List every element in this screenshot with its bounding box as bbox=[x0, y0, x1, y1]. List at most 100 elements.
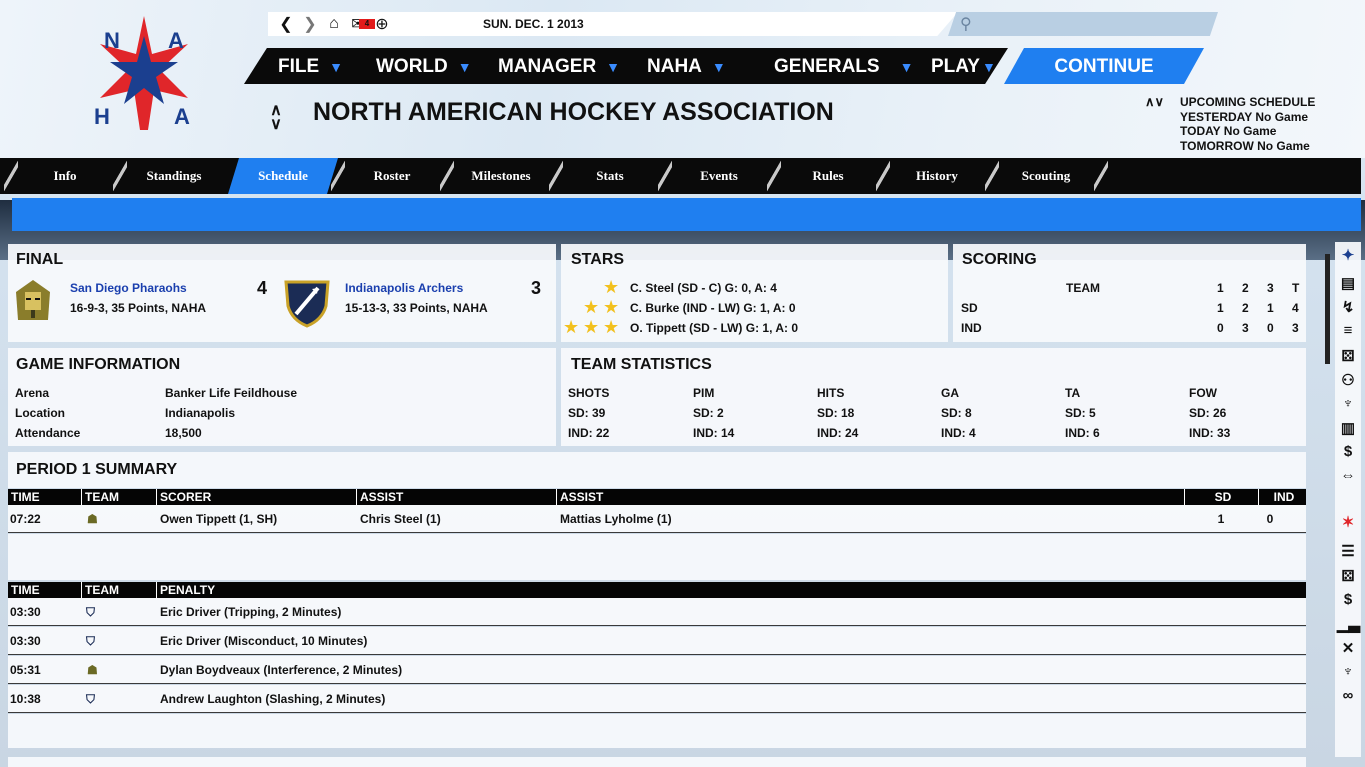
col-assist-1[interactable]: ASSIST bbox=[356, 489, 403, 505]
home-team-name[interactable]: San Diego Pharaohs bbox=[70, 281, 187, 295]
third-star[interactable]: O. Tippett (SD - LW) G: 1, A: 0 bbox=[630, 321, 798, 335]
archers-logo-icon: ⛉ bbox=[86, 605, 96, 619]
dice-icon[interactable]: ⚄ bbox=[1337, 567, 1359, 585]
chevron-left-icon[interactable]: ❮ bbox=[278, 14, 294, 34]
goal-scorer[interactable]: Owen Tippett (1, SH) bbox=[160, 512, 277, 526]
upcoming-schedule: UPCOMING SCHEDULE YESTERDAY No Game TODA… bbox=[1180, 95, 1315, 153]
menu-label: FILE bbox=[278, 56, 320, 77]
logo-letter-a: A bbox=[168, 28, 184, 53]
stat-ind-ga: IND: 4 bbox=[941, 426, 976, 440]
penalty-text[interactable]: Andrew Laughton (Slashing, 2 Minutes) bbox=[160, 692, 385, 706]
search-input[interactable] bbox=[948, 12, 1218, 36]
binoculars-icon[interactable]: ∞ bbox=[1337, 687, 1359, 704]
penalty-text[interactable]: Dylan Boydveaux (Interference, 2 Minutes… bbox=[160, 663, 402, 677]
tab-roster[interactable]: Roster bbox=[337, 158, 447, 194]
col-ind[interactable]: IND bbox=[1258, 489, 1306, 505]
continue-button[interactable]: CONTINUE bbox=[1004, 48, 1204, 84]
scoring-cell: 3 bbox=[1292, 321, 1299, 335]
goal-assist-2[interactable]: Mattias Lyholme (1) bbox=[560, 512, 672, 526]
penalty-text[interactable]: Eric Driver (Misconduct, 10 Minutes) bbox=[160, 634, 367, 648]
col-penalty[interactable]: PENALTY bbox=[156, 582, 215, 598]
col-team[interactable]: TEAM bbox=[81, 489, 119, 505]
archers-logo-icon[interactable] bbox=[282, 276, 332, 328]
tab-schedule[interactable]: Schedule bbox=[228, 158, 338, 194]
next-period-panel bbox=[8, 757, 1306, 767]
penalty-empty-area bbox=[8, 714, 1306, 748]
away-team-name[interactable]: Indianapolis Archers bbox=[345, 281, 463, 295]
first-star[interactable]: C. Steel (SD - C) G: 0, A: 4 bbox=[630, 281, 777, 295]
menu-world[interactable]: WORLD ▼ bbox=[376, 48, 472, 84]
game-info-heading: GAME INFORMATION bbox=[16, 356, 181, 373]
bar-chart-icon[interactable]: ▁▃ bbox=[1337, 615, 1360, 633]
league-logo-icon[interactable]: ✶ bbox=[1337, 513, 1359, 531]
penalty-row[interactable]: 03:30 ⛉ Eric Driver (Misconduct, 10 Minu… bbox=[8, 627, 1306, 655]
trophy-icon[interactable]: ♆ bbox=[1337, 395, 1359, 412]
penalty-row[interactable]: 05:31 ☗ Dylan Boydveaux (Interference, 2… bbox=[8, 656, 1306, 684]
menu-file[interactable]: FILE ▼ bbox=[278, 48, 343, 84]
chevron-down-icon: ▼ bbox=[606, 59, 621, 75]
league-logo[interactable]: N A H A bbox=[88, 14, 200, 132]
chevron-down-icon: ▼ bbox=[899, 59, 914, 75]
stars-heading: STARS bbox=[571, 251, 625, 268]
menu-play[interactable]: PLAY ▼ bbox=[931, 48, 996, 84]
tab-history[interactable]: History bbox=[882, 158, 992, 194]
goal-assist-1[interactable]: Chris Steel (1) bbox=[360, 512, 441, 526]
location-value: Indianapolis bbox=[165, 406, 236, 420]
document-icon[interactable]: ▥ bbox=[1337, 419, 1359, 437]
dollar-icon[interactable]: $ bbox=[1337, 591, 1359, 608]
list-icon[interactable]: ☰ bbox=[1337, 542, 1359, 560]
pharaohs-logo-icon: ☗ bbox=[87, 663, 98, 677]
scoring-col-total: T bbox=[1292, 281, 1300, 295]
col-time[interactable]: TIME bbox=[8, 582, 40, 598]
tactics-icon[interactable]: ↯ bbox=[1337, 298, 1359, 316]
list-icon[interactable]: ≡ bbox=[1337, 322, 1359, 339]
chevron-down-icon: ▼ bbox=[457, 59, 472, 75]
col-sd[interactable]: SD bbox=[1184, 489, 1258, 505]
tab-milestones[interactable]: Milestones bbox=[446, 158, 556, 194]
pharaohs-logo-icon[interactable] bbox=[12, 278, 54, 324]
stat-sd-pim: SD: 2 bbox=[693, 406, 724, 420]
col-assist-2[interactable]: ASSIST bbox=[556, 489, 603, 505]
league-switch-arrows[interactable]: ∧ ∨ bbox=[268, 103, 284, 133]
staff-icon[interactable]: ⚇ bbox=[1337, 371, 1359, 389]
trade-icon[interactable]: ⇔ bbox=[1337, 467, 1359, 484]
second-star[interactable]: C. Burke (IND - LW) G: 1, A: 0 bbox=[630, 301, 796, 315]
trophy-icon[interactable]: ♆ bbox=[1337, 663, 1359, 680]
tab-info[interactable]: Info bbox=[10, 158, 120, 194]
location-label: Location bbox=[15, 406, 65, 420]
tab-rules[interactable]: Rules bbox=[773, 158, 883, 194]
mail-icon[interactable]: ✉ 4 bbox=[350, 14, 375, 34]
col-scorer[interactable]: SCORER bbox=[156, 489, 211, 505]
col-time[interactable]: TIME bbox=[8, 489, 40, 505]
menu-manager[interactable]: MANAGER ▼ bbox=[498, 48, 620, 84]
goal-row[interactable]: 07:22 ☗ Owen Tippett (1, SH) Chris Steel… bbox=[8, 505, 1306, 533]
sticks-icon[interactable]: ✕ bbox=[1337, 639, 1359, 657]
tab-standings[interactable]: Standings bbox=[119, 158, 229, 194]
search-icon[interactable]: ⚲ bbox=[960, 14, 980, 34]
tab-scouting[interactable]: Scouting bbox=[991, 158, 1101, 194]
penalty-text[interactable]: Eric Driver (Tripping, 2 Minutes) bbox=[160, 605, 341, 619]
menu-label: WORLD bbox=[376, 56, 448, 77]
globe-icon[interactable]: ⊕ bbox=[374, 14, 390, 34]
scoring-cell: 0 bbox=[1267, 321, 1274, 335]
stat-sd-ta: SD: 5 bbox=[1065, 406, 1096, 420]
mail-count-badge: 4 bbox=[359, 19, 375, 29]
schedule-scroll-arrows[interactable]: ∧∨ bbox=[1145, 94, 1164, 110]
tab-stats[interactable]: Stats bbox=[555, 158, 665, 194]
scrollbar-thumb[interactable] bbox=[1325, 254, 1330, 364]
finance-icon[interactable]: $ bbox=[1337, 443, 1359, 460]
menu-naha[interactable]: NAHA ▼ bbox=[647, 48, 726, 84]
home-icon[interactable]: ⌂ bbox=[326, 15, 342, 33]
clipboard-icon[interactable]: ▤ bbox=[1337, 274, 1359, 292]
col-team[interactable]: TEAM bbox=[81, 582, 119, 598]
menu-generals[interactable]: GENERALS ▼ bbox=[774, 48, 913, 84]
team-stats-heading: TEAM STATISTICS bbox=[571, 356, 712, 373]
chevron-right-icon[interactable]: ❯ bbox=[302, 14, 318, 34]
penalty-row[interactable]: 10:38 ⛉ Andrew Laughton (Slashing, 2 Min… bbox=[8, 685, 1306, 713]
dice-icon[interactable]: ⚄ bbox=[1337, 347, 1359, 365]
team-logo-icon[interactable]: ✦ bbox=[1337, 246, 1359, 264]
penalty-row[interactable]: 03:30 ⛉ Eric Driver (Tripping, 2 Minutes… bbox=[8, 598, 1306, 626]
goal-time: 07:22 bbox=[10, 512, 41, 526]
tab-events[interactable]: Events bbox=[664, 158, 774, 194]
stat-ind-hits: IND: 24 bbox=[817, 426, 859, 440]
